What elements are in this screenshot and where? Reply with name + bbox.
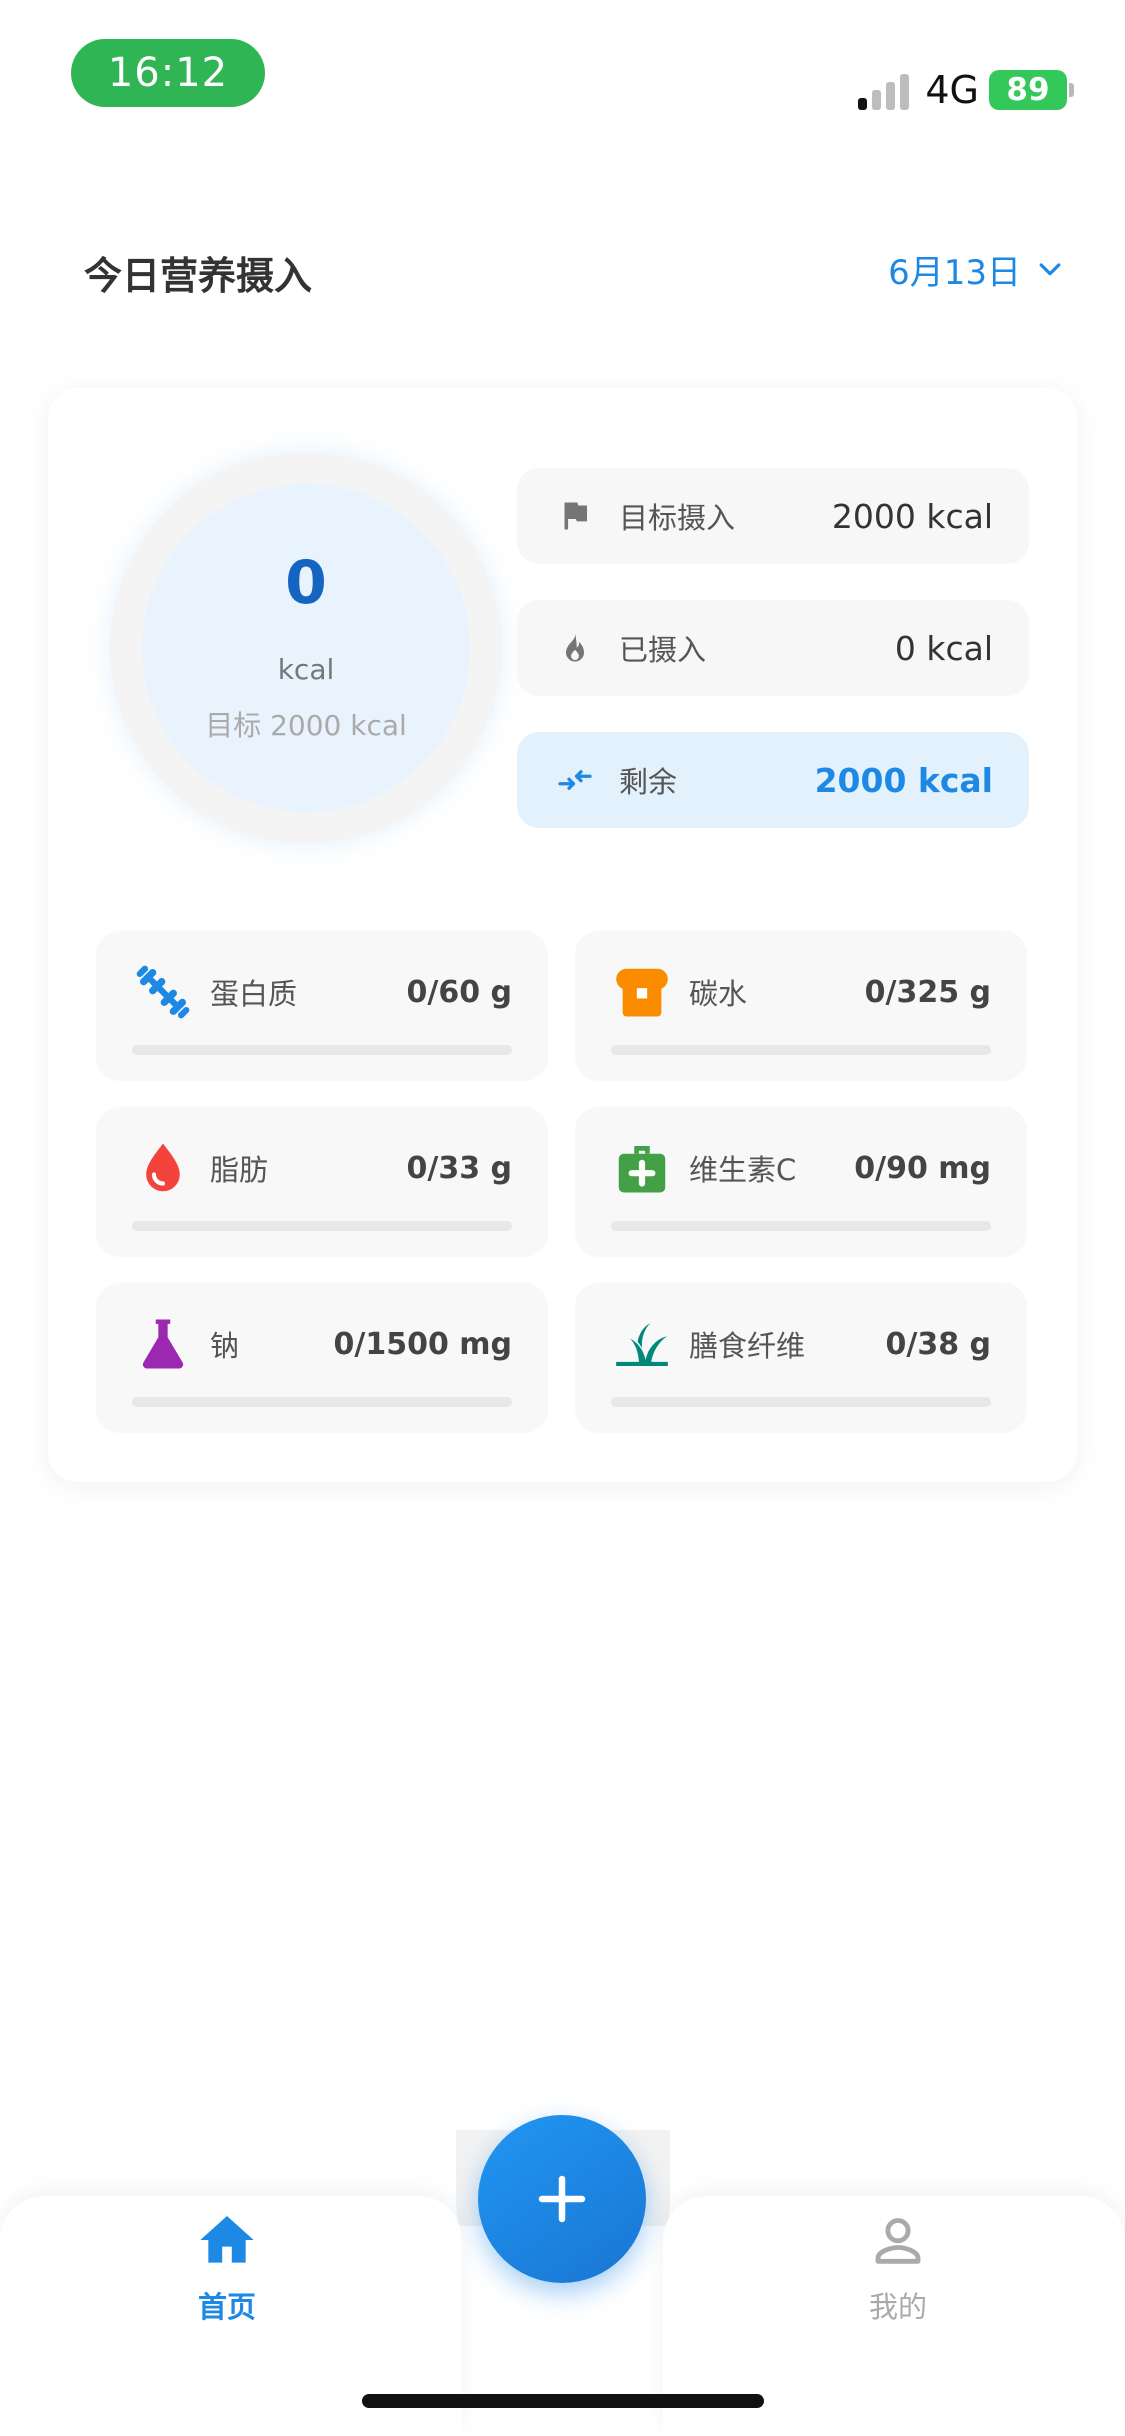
stat-value: 0 kcal	[894, 628, 993, 668]
nutrient-value: 0/33 g	[406, 1150, 513, 1186]
calorie-value: 0	[285, 547, 327, 618]
nutrient-progress-bar	[132, 1045, 512, 1055]
stat-consumed: 已摄入 0 kcal	[517, 600, 1029, 696]
calorie-unit: kcal	[277, 652, 335, 686]
date-label: 6月13日	[888, 253, 1021, 293]
nutrient-vitamin-c: 维生素C 0/90 mg	[575, 1107, 1027, 1257]
calorie-ring-center: 0 kcal 目标 2000 kcal	[142, 484, 470, 812]
status-indicators: 4G 89	[858, 62, 1074, 118]
nutrition-summary-card: 0 kcal 目标 2000 kcal 目标摄入 2000 kcal 已摄入 0…	[48, 388, 1077, 1482]
nutrient-value: 0/325 g	[864, 974, 991, 1010]
person-icon	[875, 2218, 921, 2264]
page-title: 今日营养摄入	[84, 254, 313, 298]
stat-target: 目标摄入 2000 kcal	[517, 468, 1029, 564]
nutrient-sodium: 钠 0/1500 mg	[96, 1283, 548, 1433]
battery-level: 89	[1006, 72, 1050, 108]
nutrient-value: 0/38 g	[885, 1326, 992, 1362]
fire-icon	[555, 628, 595, 668]
nutrient-label: 膳食纤维	[689, 1329, 806, 1363]
stat-remaining: 剩余 2000 kcal	[517, 732, 1029, 828]
tab-home[interactable]: 首页	[127, 2208, 327, 2326]
nutrient-value: 0/60 g	[406, 974, 513, 1010]
nutrient-progress-bar	[611, 1221, 991, 1231]
chevron-down-icon	[1039, 262, 1061, 275]
nutrient-label: 碳水	[689, 977, 748, 1011]
nutrient-protein: 蛋白质 0/60 g	[96, 931, 548, 1081]
compare-arrows-icon	[555, 760, 595, 800]
tab-mine-label: 我的	[868, 2290, 927, 2324]
stat-label: 剩余	[619, 765, 678, 799]
drop-icon	[132, 1137, 194, 1199]
date-picker[interactable]: 6月13日	[888, 245, 1065, 294]
nutrient-progress-bar	[132, 1221, 512, 1231]
flag-icon	[555, 496, 595, 536]
nutrient-label: 维生素C	[689, 1153, 797, 1187]
battery-icon: 89	[989, 70, 1074, 110]
nutrient-progress-bar	[611, 1045, 991, 1055]
nutrient-fat: 脂肪 0/33 g	[96, 1107, 548, 1257]
nutrient-value: 0/1500 mg	[333, 1326, 512, 1362]
grass-icon	[611, 1313, 673, 1375]
stat-label: 已摄入	[619, 633, 707, 667]
bread-icon	[611, 961, 673, 1023]
medkit-icon	[611, 1137, 673, 1199]
tab-home-label: 首页	[197, 2290, 256, 2324]
calorie-target: 目标 2000 kcal	[205, 708, 407, 742]
nutrient-label: 脂肪	[210, 1153, 269, 1187]
dumbbell-icon	[132, 961, 194, 1023]
home-indicator	[362, 2394, 764, 2408]
plus-icon	[538, 2175, 586, 2223]
home-icon	[200, 2216, 254, 2263]
stat-value: 2000 kcal	[814, 760, 993, 800]
signal-icon	[858, 70, 910, 110]
nutrient-fiber: 膳食纤维 0/38 g	[575, 1283, 1027, 1433]
nutrient-progress-bar	[611, 1397, 991, 1407]
calorie-ring: 0 kcal 目标 2000 kcal	[110, 452, 502, 844]
status-time: 16:12	[71, 39, 265, 107]
flask-icon	[132, 1313, 194, 1375]
tab-mine[interactable]: 我的	[798, 2208, 998, 2326]
nutrient-value: 0/90 mg	[854, 1150, 991, 1186]
network-type: 4G	[925, 68, 979, 112]
nutrient-progress-bar	[132, 1397, 512, 1407]
add-food-button[interactable]	[478, 2115, 646, 2283]
nutrient-label: 蛋白质	[210, 977, 298, 1011]
stat-value: 2000 kcal	[831, 496, 993, 536]
nutrient-carbs: 碳水 0/325 g	[575, 931, 1027, 1081]
stat-label: 目标摄入	[619, 501, 736, 535]
nutrient-label: 钠	[210, 1329, 240, 1363]
